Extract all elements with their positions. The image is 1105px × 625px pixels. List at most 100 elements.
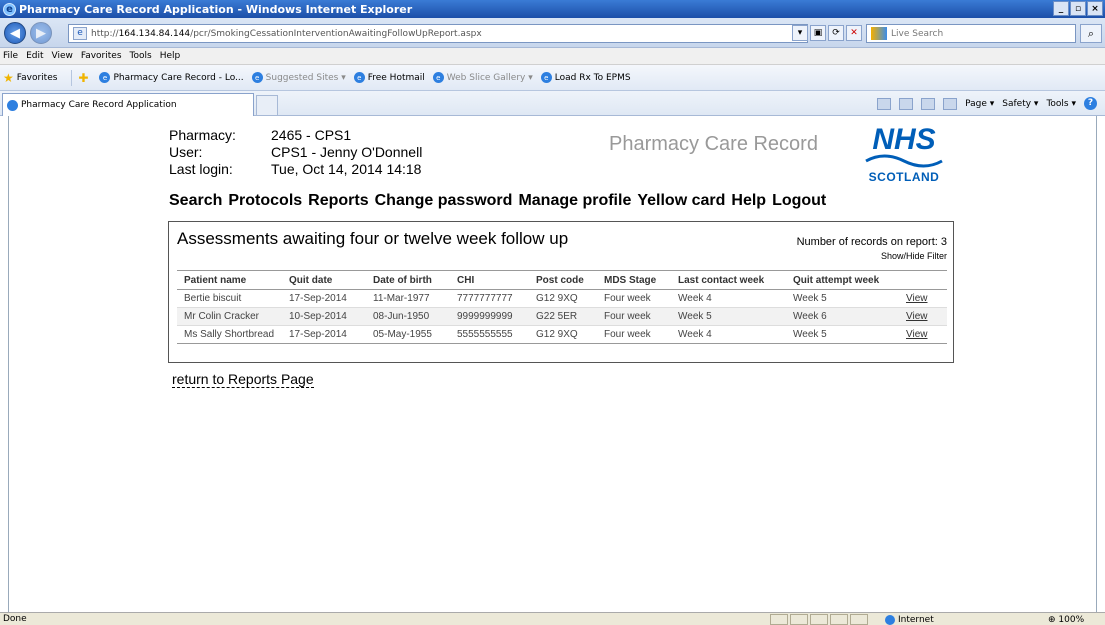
last-login-label: Last login: <box>169 161 233 177</box>
menu-edit[interactable]: Edit <box>26 51 43 61</box>
favorites-button[interactable]: ★ Favorites <box>3 71 57 85</box>
menu-view[interactable]: View <box>52 51 73 61</box>
status-text: Done <box>3 614 27 624</box>
cell-chi: 5555555555 <box>450 325 529 344</box>
cell-post-code: G12 9XQ <box>529 289 597 308</box>
report-panel: Assessments awaiting four or twelve week… <box>168 221 954 363</box>
menu-tools[interactable]: Tools <box>130 51 152 61</box>
compatibility-view-button[interactable]: ▣ <box>810 25 826 41</box>
cell-last-contact-week: Week 4 <box>671 289 786 308</box>
zone-label: Internet <box>898 614 934 625</box>
add-favorite-button[interactable]: ✚ <box>78 71 91 85</box>
menu-bar: File Edit View Favorites Tools Help <box>0 48 1105 65</box>
cell-last-contact-week: Week 4 <box>671 325 786 344</box>
magnifier-icon: ⌕ <box>1087 26 1095 40</box>
nav-manage-profile[interactable]: Manage profile <box>518 192 631 210</box>
fav-pharmacy-care-record[interactable]: e Pharmacy Care Record - Lo... <box>99 72 244 83</box>
page-menu[interactable]: Page ▾ <box>965 99 994 109</box>
view-link[interactable]: View <box>906 329 928 340</box>
favorites-label: Favorites <box>16 72 58 83</box>
menu-file[interactable]: File <box>3 51 18 61</box>
cell-patient-name: Ms Sally Shortbread <box>177 325 282 344</box>
mail-icon[interactable] <box>921 97 936 110</box>
report-table: Patient name Quit date Date of birth CHI… <box>177 270 947 344</box>
fav-label: Suggested Sites ▾ <box>265 72 346 83</box>
table-row: Mr Colin Cracker 10-Sep-2014 08-Jun-1950… <box>177 307 947 326</box>
tools-menu[interactable]: Tools ▾ <box>1046 99 1076 109</box>
refresh-icon: ⟳ <box>832 28 840 38</box>
nav-reports[interactable]: Reports <box>308 192 368 210</box>
back-button[interactable]: ◀ <box>4 22 26 44</box>
col-quit-attempt-week: Quit attempt week <box>786 270 899 290</box>
fav-suggested-sites[interactable]: e Suggested Sites ▾ <box>251 72 346 83</box>
forward-button[interactable]: ▶ <box>30 22 52 44</box>
col-last-contact-week: Last contact week <box>671 270 786 290</box>
refresh-button[interactable]: ⟳ <box>828 25 844 41</box>
address-dropdown-button[interactable]: ▾ <box>792 25 808 41</box>
favorites-bar: ★ Favorites ✚ e Pharmacy Care Record - Lo.… <box>0 65 1105 91</box>
fav-web-slice-gallery[interactable]: e Web Slice Gallery ▾ <box>432 72 533 83</box>
window-title-bar: e Pharmacy Care Record Application - Win… <box>0 0 1105 18</box>
home-icon[interactable] <box>877 97 892 110</box>
new-tab-button[interactable] <box>256 95 278 116</box>
report-title: Assessments awaiting four or twelve week… <box>177 229 569 248</box>
address-bar[interactable]: e http://164.134.84.144/pcr/SmokingCessa… <box>68 24 808 43</box>
logo-wave-icon <box>865 154 943 168</box>
nav-protocols[interactable]: Protocols <box>228 192 302 210</box>
col-actions <box>899 270 947 290</box>
nav-search[interactable]: Search <box>169 192 222 210</box>
view-link[interactable]: View <box>906 311 928 322</box>
menu-favorites[interactable]: Favorites <box>81 51 122 61</box>
show-hide-filter-link[interactable]: Show/Hide Filter <box>881 251 947 261</box>
ie-page-icon <box>7 99 18 111</box>
ie-page-icon: e <box>353 72 365 83</box>
brand-title: Pharmacy Care Record <box>609 133 818 155</box>
cell-date-of-birth: 05-May-1955 <box>366 325 450 344</box>
status-cell <box>810 614 828 625</box>
fav-load-rx[interactable]: e Load Rx To EPMS <box>540 72 631 83</box>
fav-label: Pharmacy Care Record - Lo... <box>113 72 244 83</box>
nav-logout[interactable]: Logout <box>772 192 826 210</box>
fav-free-hotmail[interactable]: e Free Hotmail <box>353 72 425 83</box>
security-zone[interactable]: Internet <box>885 613 934 625</box>
print-icon[interactable] <box>943 97 958 110</box>
zoom-control[interactable]: ⊕ 100% <box>1048 613 1084 625</box>
help-icon[interactable]: ? <box>1084 97 1097 110</box>
cell-mds-stage: Four week <box>597 307 671 326</box>
safety-menu[interactable]: Safety ▾ <box>1002 99 1038 109</box>
fav-label: Load Rx To EPMS <box>554 72 631 83</box>
nav-change-password[interactable]: Change password <box>375 192 513 210</box>
status-cell <box>850 614 868 625</box>
view-link[interactable]: View <box>906 293 928 304</box>
favorites-divider <box>71 69 73 86</box>
compatibility-icon: ▣ <box>813 28 823 38</box>
tab-pharmacy-care-record[interactable]: Pharmacy Care Record Application <box>2 93 254 116</box>
nav-yellow-card[interactable]: Yellow card <box>637 192 725 210</box>
status-cell <box>790 614 808 625</box>
command-bar: Page ▾ Safety ▾ Tools ▾ ? <box>877 97 1097 110</box>
return-to-reports-link[interactable]: return to Reports Page <box>172 371 314 388</box>
window-controls: _ ▫ × <box>1053 1 1103 16</box>
live-search-icon <box>871 27 887 40</box>
back-arrow-icon: ◀ <box>10 25 20 41</box>
search-go-button[interactable]: ⌕ <box>1080 24 1102 43</box>
nhs-scotland-logo: NHS SCOTLAND <box>854 124 954 184</box>
logo-nhs-text: NHS <box>872 123 936 156</box>
menu-help[interactable]: Help <box>160 51 181 61</box>
nav-help[interactable]: Help <box>731 192 766 210</box>
col-chi: CHI <box>450 270 529 290</box>
close-window-button[interactable]: × <box>1087 1 1103 16</box>
pharmacy-label: Pharmacy: <box>169 127 236 143</box>
stop-button[interactable]: ✕ <box>846 25 862 41</box>
forward-arrow-icon: ▶ <box>36 25 46 41</box>
feeds-icon[interactable] <box>899 97 914 110</box>
minimize-button[interactable]: _ <box>1053 1 1069 16</box>
tab-bar: Pharmacy Care Record Application Page ▾ … <box>0 91 1105 116</box>
tab-label: Pharmacy Care Record Application <box>21 100 177 110</box>
ie-page-icon: e <box>432 72 444 83</box>
cell-chi: 7777777777 <box>450 289 529 308</box>
zoom-icon: ⊕ <box>1048 614 1059 625</box>
maximize-button[interactable]: ▫ <box>1070 1 1086 16</box>
live-search-input[interactable]: Live Search <box>866 24 1076 43</box>
cell-mds-stage: Four week <box>597 325 671 344</box>
